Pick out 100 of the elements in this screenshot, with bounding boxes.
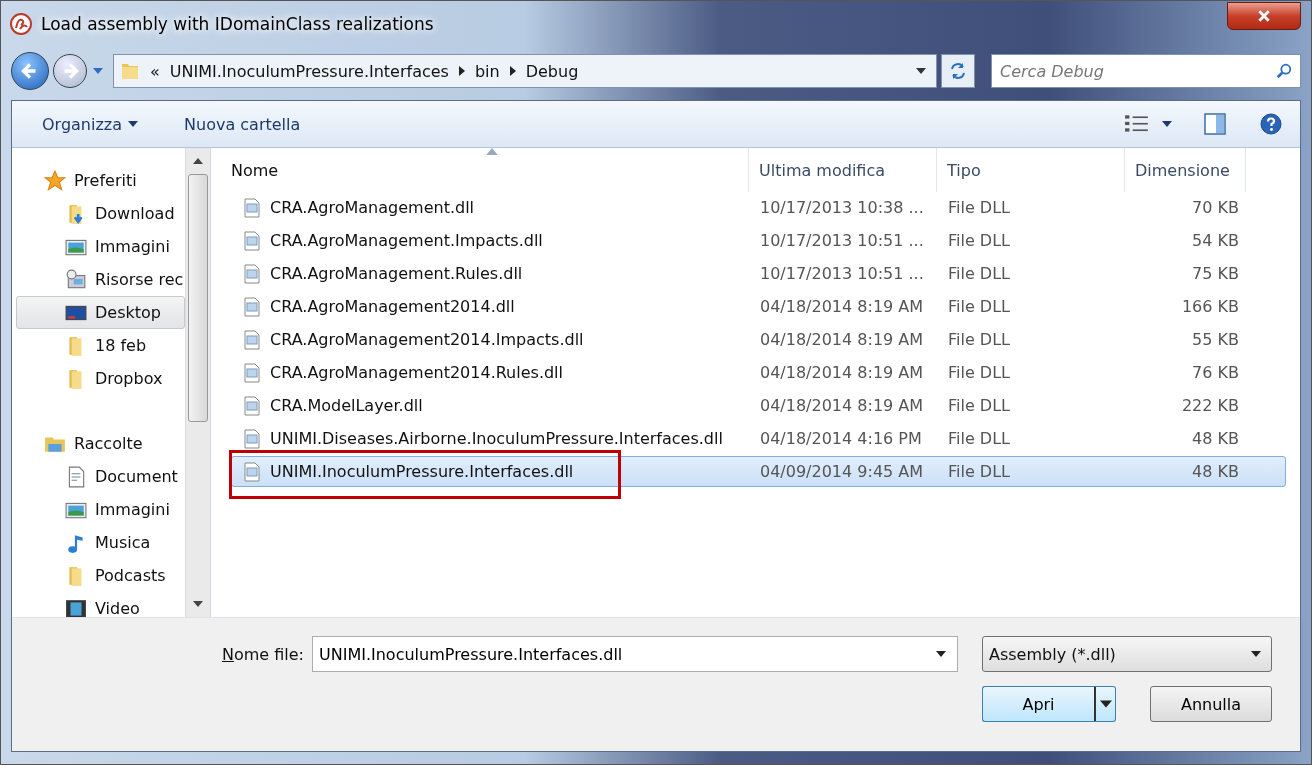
file-type: File DLL (948, 363, 1010, 382)
help-icon[interactable] (1258, 112, 1284, 136)
sidebar-item[interactable]: Podcasts (16, 559, 185, 592)
sidebar-scrollbar[interactable] (185, 148, 210, 617)
close-icon[interactable] (1257, 8, 1271, 23)
column-header[interactable]: Tipo (937, 148, 1125, 192)
file-type: File DLL (948, 330, 1010, 349)
modified-date: 04/18/2014 8:19 AM (760, 396, 924, 415)
file-row[interactable]: CRA.AgroManagement2014.Rules.dll 04/18/2014 8:19 AM File DLL 76 KB (231, 357, 1286, 388)
file-icon (242, 362, 262, 383)
sidebar-item[interactable]: Risorse rec (16, 263, 185, 296)
chevron-icon[interactable] (458, 66, 465, 76)
window-title: Load assembly with IDomainClass realizations (41, 13, 435, 34)
file-row[interactable]: CRA.ModelLayer.dll 04/18/2014 8:19 AM File DLL 222 KB (231, 390, 1286, 421)
chevron-icon[interactable] (509, 66, 516, 76)
file-type: File DLL (948, 264, 1010, 283)
toolbar-button[interactable]: Organizza (32, 108, 149, 140)
sidebar-group[interactable]: Raccolte (12, 427, 185, 460)
sidebar-item[interactable]: Video (16, 592, 185, 617)
file-name: UNIMI.InoculumPressure.Interfaces.dll (270, 462, 574, 481)
scroll-up-icon[interactable] (193, 158, 203, 164)
back-button[interactable] (11, 52, 49, 90)
folder-icon (120, 61, 140, 81)
address-bar[interactable]: « UNIMI.InoculumPressure.Interfaces bin Debug (113, 54, 937, 88)
file-type: File DLL (948, 297, 1010, 316)
file-row[interactable]: CRA.AgroManagement.dll 10/17/2013 10:38 ... File DLL 70 KB (231, 192, 1286, 223)
sidebar-item[interactable]: Immagini (16, 230, 185, 263)
caret-icon[interactable] (128, 121, 139, 127)
file-row[interactable]: CRA.AgroManagement2014.dll 04/18/2014 8:19 AM File DLL 166 KB (231, 291, 1286, 322)
sidebar-group[interactable]: Preferiti (12, 164, 185, 197)
modified-date: 04/09/2014 9:45 AM (760, 462, 924, 481)
file-type: File DLL (948, 198, 1010, 217)
breadcrumb[interactable]: Debug (525, 61, 579, 81)
search-icon[interactable] (1275, 62, 1293, 80)
file-name: CRA.AgroManagement2014.Rules.dll (270, 363, 563, 382)
file-icon (242, 461, 262, 482)
file-icon (242, 395, 262, 416)
close-button[interactable] (1227, 1, 1301, 30)
sidebar-item[interactable]: Download (16, 197, 185, 230)
column-header[interactable]: Ultima modifica (749, 148, 937, 192)
file-size: 166 KB (1181, 297, 1239, 316)
caret-icon[interactable] (1099, 700, 1112, 708)
search-field[interactable]: Cerca Debug (991, 54, 1301, 88)
file-type: File DLL (948, 462, 1010, 481)
dropdown-caret-icon[interactable] (936, 651, 946, 657)
open-button[interactable]: Apri (982, 686, 1094, 722)
file-type-dropdown[interactable]: Assembly (*.dll) (982, 636, 1272, 672)
breadcrumb[interactable]: UNIMI.InoculumPressure.Interfaces (169, 61, 449, 81)
sidebar-item[interactable]: Musica (16, 526, 185, 559)
toolbar-button[interactable]: Nuova cartella (174, 108, 311, 140)
history-caret-icon[interactable] (93, 68, 103, 74)
file-type: File DLL (948, 396, 1010, 415)
file-icon (242, 329, 262, 350)
sidebar-item[interactable]: 18 feb (16, 329, 185, 362)
file-size: 222 KB (1181, 396, 1239, 415)
file-size: 75 KB (1192, 264, 1239, 283)
file-name: UNIMI.Diseases.Airborne.InoculumPressure.Interfaces.dll (270, 429, 723, 448)
file-name: CRA.AgroManagement2014.Impacts.dll (270, 330, 584, 349)
file-row[interactable]: CRA.AgroManagement.Impacts.dll 10/17/2013 10:51 ... File DLL 54 KB (231, 225, 1286, 256)
sidebar-item[interactable]: Desktop (16, 296, 185, 329)
sidebar-item[interactable]: Document (16, 460, 185, 493)
file-icon (242, 197, 262, 218)
modified-date: 04/18/2014 8:19 AM (760, 363, 924, 382)
modified-date: 04/18/2014 8:19 AM (760, 297, 924, 316)
modified-date: 10/17/2013 10:51 ... (760, 264, 924, 283)
recent-icon (65, 268, 87, 291)
file-size: 48 KB (1192, 462, 1239, 481)
video-icon (65, 597, 87, 617)
scroll-down-icon[interactable] (193, 601, 203, 607)
modified-date: 10/17/2013 10:38 ... (760, 198, 924, 217)
dropdown-caret-icon[interactable] (916, 68, 926, 74)
file-name: CRA.AgroManagement2014.dll (270, 297, 515, 316)
file-row[interactable]: CRA.AgroManagement2014.Impacts.dll 04/18/2014 8:19 AM File DLL 55 KB (231, 324, 1286, 355)
filename-field[interactable]: UNIMI.InoculumPressure.Interfaces.dll (312, 636, 958, 672)
view-caret-icon[interactable] (1162, 121, 1172, 127)
file-type: File DLL (948, 429, 1010, 448)
refresh-icon[interactable] (948, 61, 968, 81)
file-row[interactable]: CRA.AgroManagement.Rules.dll 10/17/2013 10:51 ... File DLL 75 KB (231, 258, 1286, 289)
file-size: 76 KB (1192, 363, 1239, 382)
column-header[interactable]: Dimensione (1125, 148, 1246, 192)
forward-button[interactable] (53, 54, 87, 88)
breadcrumb[interactable]: « (150, 61, 160, 81)
cancel-button[interactable]: Annulla (1150, 686, 1272, 722)
breadcrumb[interactable]: bin (474, 61, 500, 81)
dropdown-caret-icon[interactable] (1251, 651, 1261, 657)
file-row[interactable]: UNIMI.Diseases.Airborne.InoculumPressure.Interfaces.dll 04/18/2014 4:16 PM File DLL 48 KB (231, 423, 1286, 454)
sidebar-item[interactable]: Dropbox (16, 362, 185, 395)
file-icon (242, 230, 262, 251)
file-row[interactable]: UNIMI.InoculumPressure.Interfaces.dll 04/09/2014 9:45 AM File DLL 48 KB (231, 456, 1286, 487)
preview-pane-icon[interactable] (1202, 112, 1228, 136)
open-options-button[interactable] (1094, 686, 1116, 722)
filename-label: Nome file: (221, 644, 304, 664)
sidebar-item[interactable]: Immagini (16, 493, 185, 526)
file-size: 54 KB (1192, 231, 1239, 250)
refresh-button[interactable] (941, 54, 975, 88)
file-size: 70 KB (1192, 198, 1239, 217)
file-name: CRA.AgroManagement.Impacts.dll (270, 231, 543, 250)
modified-date: 04/18/2014 4:16 PM (760, 429, 922, 448)
file-name: CRA.ModelLayer.dll (270, 396, 423, 415)
file-icon (242, 296, 262, 317)
